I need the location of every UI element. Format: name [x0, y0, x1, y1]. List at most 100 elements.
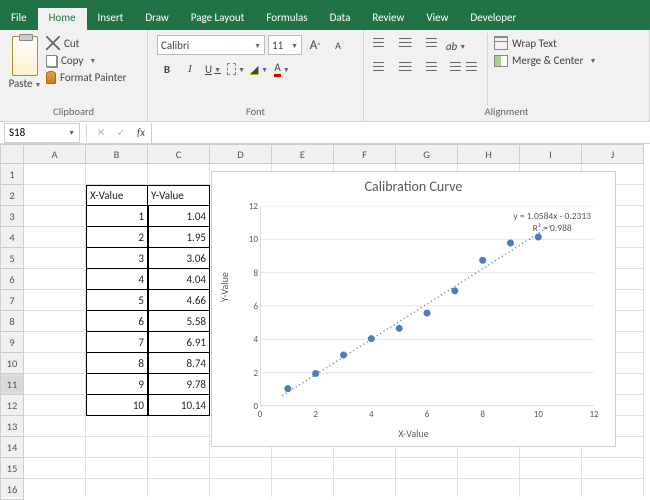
border-button[interactable]: ▼	[226, 59, 246, 79]
fx-button[interactable]: fx	[131, 124, 151, 142]
cell-C14[interactable]	[148, 437, 210, 458]
cell-A3[interactable]	[24, 206, 86, 227]
formula-input[interactable]	[151, 123, 650, 143]
cell-A12[interactable]	[24, 395, 86, 416]
row-header-3[interactable]: 3	[0, 206, 24, 227]
cell-B8[interactable]: 6	[86, 311, 148, 332]
cell-A4[interactable]	[24, 227, 86, 248]
y-axis-label[interactable]: Y-Value	[218, 272, 231, 302]
row-header-5[interactable]: 5	[0, 248, 24, 269]
row-header-9[interactable]: 9	[0, 332, 24, 353]
cell-B10[interactable]: 8	[86, 353, 148, 374]
cut-button[interactable]: Cut	[46, 36, 126, 50]
chart-object[interactable]: Calibration Curve Y-Value X-Value y = 1.…	[211, 171, 616, 447]
cell-A9[interactable]	[24, 332, 86, 353]
cell-A15[interactable]	[24, 458, 86, 479]
cell-A5[interactable]	[24, 248, 86, 269]
cell-G16[interactable]	[396, 479, 458, 497]
cell-C1[interactable]	[148, 164, 210, 185]
cell-B14[interactable]	[86, 437, 148, 458]
bold-button[interactable]: B	[157, 59, 177, 79]
align-right-button[interactable]	[418, 60, 438, 80]
cell-C2[interactable]: Y-Value	[148, 185, 210, 206]
col-header-G[interactable]: G	[396, 144, 458, 164]
merge-center-button[interactable]: Merge & Center▼	[494, 54, 596, 67]
col-header-C[interactable]: C	[148, 144, 210, 164]
cell-A14[interactable]	[24, 437, 86, 458]
cell-I15[interactable]	[520, 458, 582, 479]
cell-B4[interactable]: 2	[86, 227, 148, 248]
cell-A7[interactable]	[24, 290, 86, 311]
cell-F15[interactable]	[334, 458, 396, 479]
cell-C6[interactable]: 4.04	[148, 269, 210, 290]
tab-home[interactable]: Home	[38, 8, 87, 30]
fill-color-button[interactable]: ◢▼	[249, 59, 269, 79]
align-middle-button[interactable]	[395, 36, 415, 56]
tab-view[interactable]: View	[415, 8, 459, 30]
col-header-I[interactable]: I	[520, 144, 582, 164]
cell-B6[interactable]: 4	[86, 269, 148, 290]
row-header-11[interactable]: 11	[0, 374, 24, 395]
fb-cancel-button[interactable]: ✕	[91, 124, 111, 142]
cell-A2[interactable]	[24, 185, 86, 206]
cell-C12[interactable]: 10.14	[148, 395, 210, 416]
decrease-indent-button[interactable]	[442, 60, 462, 80]
row-header-12[interactable]: 12	[0, 395, 24, 416]
cell-A8[interactable]	[24, 311, 86, 332]
cell-H16[interactable]	[458, 479, 520, 497]
row-header-15[interactable]: 15	[0, 458, 24, 479]
cell-C3[interactable]: 1.04	[148, 206, 210, 227]
font-name-combo[interactable]: Calibri▼	[157, 35, 265, 55]
cell-B13[interactable]	[86, 416, 148, 437]
row-header-4[interactable]: 4	[0, 227, 24, 248]
cell-E16[interactable]	[272, 479, 334, 497]
col-header-F[interactable]: F	[334, 144, 396, 164]
cell-B16[interactable]	[86, 479, 148, 497]
cell-A11[interactable]	[24, 374, 86, 395]
cell-F16[interactable]	[334, 479, 396, 497]
cell-B1[interactable]	[86, 164, 148, 185]
cell-A13[interactable]	[24, 416, 86, 437]
cell-D15[interactable]	[210, 458, 272, 479]
cell-C4[interactable]: 1.95	[148, 227, 210, 248]
col-header-A[interactable]: A	[24, 144, 86, 164]
cell-B2[interactable]: X-Value	[86, 185, 148, 206]
tab-developer[interactable]: Developer	[459, 8, 527, 30]
align-left-button[interactable]	[372, 60, 392, 80]
tab-formulas[interactable]: Formulas	[255, 8, 318, 30]
wrap-text-button[interactable]: Wrap Text	[494, 36, 596, 50]
tab-insert[interactable]: Insert	[87, 8, 135, 30]
col-header-E[interactable]: E	[272, 144, 334, 164]
row-header-16[interactable]: 16	[0, 479, 24, 500]
copy-button[interactable]: Copy▼	[46, 54, 126, 67]
cell-D16[interactable]	[210, 479, 272, 497]
tab-file[interactable]: File	[0, 8, 38, 30]
col-header-B[interactable]: B	[86, 144, 148, 164]
font-color-button[interactable]: A▼	[272, 59, 292, 79]
format-painter-button[interactable]: Format Painter	[46, 71, 126, 84]
cell-G15[interactable]	[396, 458, 458, 479]
plot-area[interactable]	[260, 206, 594, 406]
row-header-13[interactable]: 13	[0, 416, 24, 437]
cell-J16[interactable]	[582, 479, 644, 497]
cell-C15[interactable]	[148, 458, 210, 479]
spreadsheet-grid[interactable]: 12345678910111213141516 ABCDEFGHIJ X-Val…	[0, 144, 650, 497]
decrease-font-button[interactable]: A	[328, 35, 348, 55]
cell-C16[interactable]	[148, 479, 210, 497]
cell-C7[interactable]: 4.66	[148, 290, 210, 311]
cell-H15[interactable]	[458, 458, 520, 479]
underline-button[interactable]: U▼	[203, 59, 223, 79]
cell-B5[interactable]: 3	[86, 248, 148, 269]
cell-A1[interactable]	[24, 164, 86, 185]
cell-B12[interactable]: 10	[86, 395, 148, 416]
cell-B7[interactable]: 5	[86, 290, 148, 311]
row-header-6[interactable]: 6	[0, 269, 24, 290]
fb-enter-button[interactable]: ✓	[111, 124, 131, 142]
row-header-10[interactable]: 10	[0, 353, 24, 374]
cell-C8[interactable]: 5.58	[148, 311, 210, 332]
row-header-1[interactable]: 1	[0, 164, 24, 185]
select-all-button[interactable]	[0, 144, 24, 164]
cell-J15[interactable]	[582, 458, 644, 479]
italic-button[interactable]: I	[180, 59, 200, 79]
increase-indent-button[interactable]	[465, 60, 485, 80]
